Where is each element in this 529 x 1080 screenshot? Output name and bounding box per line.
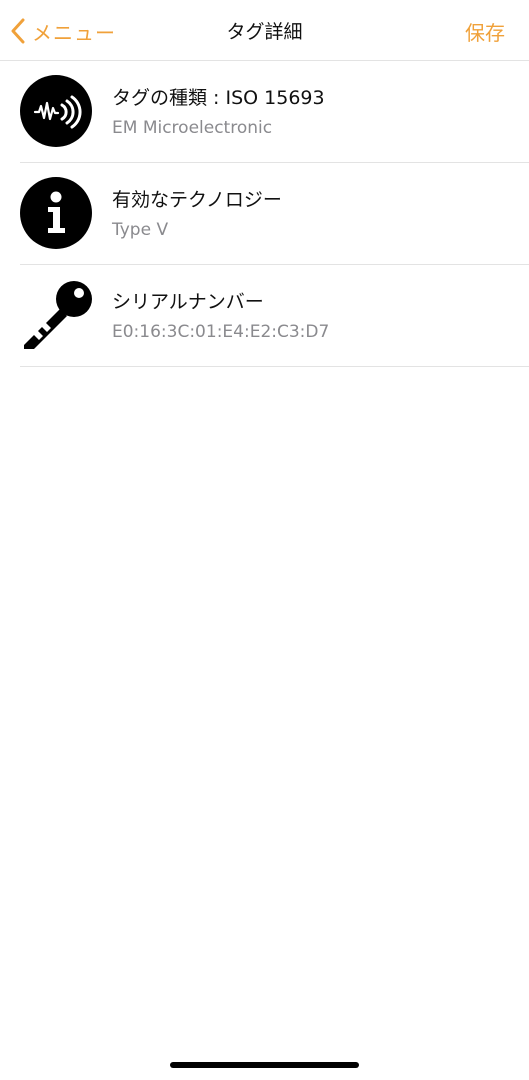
list-item-technology: 有効なテクノロジー Type V <box>20 163 529 265</box>
list-item-tag-type: タグの種類 : ISO 15693 EM Microelectronic <box>20 61 529 163</box>
home-indicator[interactable] <box>170 1062 359 1068</box>
list-item-serial-number: シリアルナンバー E0:16:3C:01:E4:E2:C3:D7 <box>20 265 529 367</box>
row-title: シリアルナンバー <box>112 291 264 313</box>
key-icon <box>20 279 92 351</box>
navigation-bar: メニュー タグ詳細 保存 <box>0 0 529 61</box>
save-button[interactable]: 保存 <box>465 17 505 46</box>
row-subtitle: Type V <box>112 220 169 240</box>
row-title: タグの種類 : ISO 15693 <box>112 87 325 109</box>
row-title: 有効なテクノロジー <box>112 189 282 211</box>
info-icon <box>20 177 92 249</box>
nfc-wave-icon <box>20 75 92 147</box>
page-title: タグ詳細 <box>226 21 303 43</box>
row-subtitle: E0:16:3C:01:E4:E2:C3:D7 <box>112 322 330 342</box>
tag-detail-list: タグの種類 : ISO 15693 EM Microelectronic 有効な… <box>0 61 529 367</box>
row-subtitle: EM Microelectronic <box>112 118 273 138</box>
